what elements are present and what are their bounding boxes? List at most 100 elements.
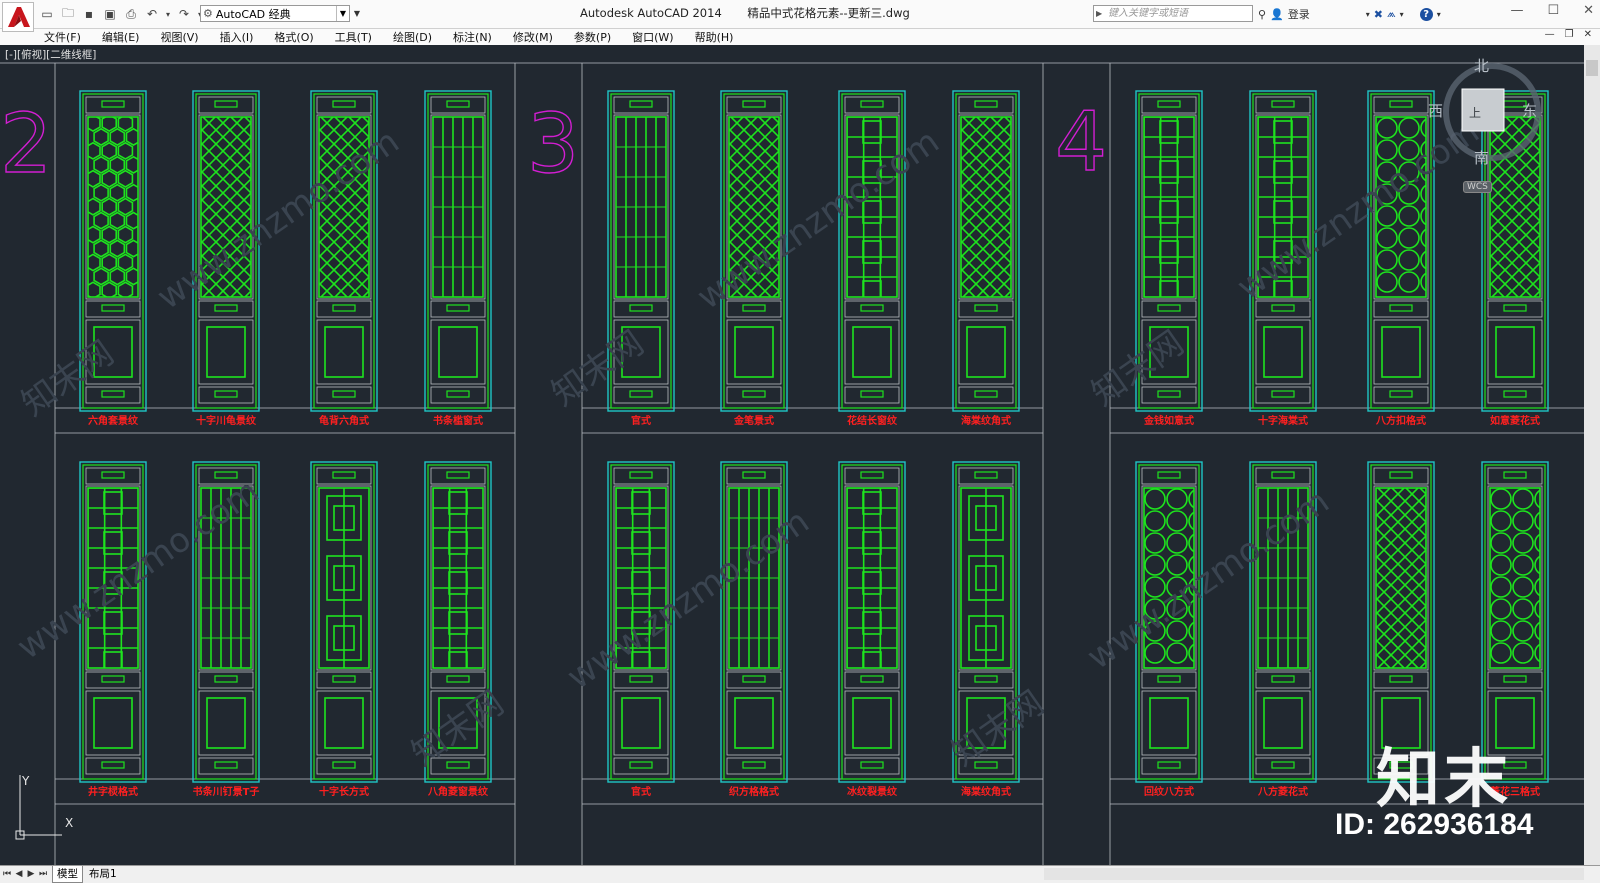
viewcube-east[interactable]: 东 xyxy=(1522,100,1537,121)
panel-frame xyxy=(742,390,766,398)
doc-restore-icon[interactable]: ❐ xyxy=(1565,29,1574,40)
panel-frame xyxy=(1157,390,1181,398)
panel-frame xyxy=(1141,467,1197,485)
panel-frame xyxy=(742,761,766,769)
panel-frame xyxy=(85,671,141,689)
viewcube-south[interactable]: 南 xyxy=(1474,147,1489,168)
panel-frame xyxy=(1141,300,1197,318)
redo-icon[interactable]: ↷ xyxy=(175,5,193,23)
panel-label: 十字长方式 xyxy=(319,785,369,798)
close-icon[interactable]: ✕ xyxy=(1583,3,1594,18)
lattice-mark xyxy=(1490,642,1512,664)
panel-label: 金钱如意式 xyxy=(1143,414,1194,427)
undo-dropdown-icon[interactable]: ▾ xyxy=(164,5,172,23)
lattice-mark xyxy=(862,120,882,144)
print-icon[interactable]: ⎙ xyxy=(122,5,140,23)
vertical-scrollbar[interactable] xyxy=(1584,45,1600,865)
lattice-mark xyxy=(117,281,134,297)
lattice-mark xyxy=(862,240,882,264)
title-bar: ▭ 🗀 ▪ ▣ ⎙ ↶ ▾ ↷ ▾ ⚙ AutoCAD 经典 ▼ ▼ Autod… xyxy=(0,0,1600,32)
tab-layout1[interactable]: 布局1 xyxy=(85,866,121,882)
panel-label: 八方扣格式 xyxy=(1375,414,1426,427)
scroll-thumb[interactable] xyxy=(1586,60,1598,76)
viewcube-north[interactable]: 北 xyxy=(1474,55,1489,76)
minimize-icon[interactable]: — xyxy=(1510,3,1523,18)
help-icon[interactable]: ? xyxy=(1419,7,1433,21)
menu-dimension[interactable]: 标注(N) xyxy=(453,29,492,45)
open-folder-icon[interactable]: 🗀 xyxy=(59,5,77,23)
panel-frame xyxy=(734,697,774,749)
exchange-apps-icon[interactable]: ✖ xyxy=(1374,8,1383,21)
lattice-mark xyxy=(1144,532,1166,554)
help-search-input[interactable]: ▶ 键入关键字或短语 xyxy=(1093,5,1253,22)
viewcube-west[interactable]: 西 xyxy=(1428,100,1443,121)
lattice-mark xyxy=(862,280,882,297)
undo-icon[interactable]: ↶ xyxy=(143,5,161,23)
first-tab-icon[interactable]: ⏮ xyxy=(2,866,12,882)
doc-minimize-icon[interactable]: — xyxy=(1545,29,1555,40)
lattice-mark xyxy=(1512,532,1534,554)
workspace-select[interactable]: ⚙ AutoCAD 经典 ▼ xyxy=(200,5,350,22)
autodesk-360-icon[interactable]: ⩕ xyxy=(1387,7,1396,21)
panel-frame xyxy=(974,304,998,312)
resource-id: ID: 262936184 xyxy=(1335,808,1534,841)
save-as-icon[interactable]: ▣ xyxy=(101,5,119,23)
viewport-controls[interactable]: [-][俯视][二维线框] xyxy=(5,47,96,62)
save-icon[interactable]: ▪ xyxy=(80,5,98,23)
lattice-mark xyxy=(103,491,123,515)
panel-frame xyxy=(844,467,900,485)
autocad-logo-button[interactable] xyxy=(2,2,34,32)
panel-frame xyxy=(324,326,364,378)
viewcube[interactable]: 上 北 西 东 南 xyxy=(1428,55,1550,200)
doc-close-icon[interactable]: ✕ xyxy=(1584,29,1592,40)
panel-label: 十字川龟景纹 xyxy=(196,414,257,427)
horizontal-scrollbar[interactable] xyxy=(1044,868,1584,880)
menu-help[interactable]: 帮助(H) xyxy=(695,29,734,45)
quick-access-toolbar: ▭ 🗀 ▪ ▣ ⎙ ↶ ▾ ↷ ▾ xyxy=(38,4,204,24)
panel-frame xyxy=(958,96,1014,114)
lattice-mark xyxy=(1405,488,1426,510)
panel-frame xyxy=(734,326,774,378)
prev-tab-icon[interactable]: ◀ xyxy=(14,866,24,882)
tab-model[interactable]: 模型 xyxy=(52,866,83,883)
panel-frame xyxy=(966,326,1006,378)
group-number: 4 xyxy=(1055,95,1107,190)
menu-edit[interactable]: 编辑(E) xyxy=(102,29,140,45)
menu-format[interactable]: 格式(O) xyxy=(274,29,313,45)
menu-parameters[interactable]: 参数(P) xyxy=(574,29,611,45)
menu-bar: 文件(F) 编辑(E) 视图(V) 插入(I) 格式(O) 工具(T) 绘图(D… xyxy=(0,29,1600,45)
new-file-icon[interactable]: ▭ xyxy=(38,5,56,23)
stay-connected-dropdown-icon[interactable]: ▾ xyxy=(1400,10,1404,19)
binoculars-icon[interactable]: ⚲ xyxy=(1258,8,1266,21)
menu-draw[interactable]: 绘图(D) xyxy=(393,29,432,45)
menu-modify[interactable]: 修改(M) xyxy=(513,29,553,45)
panel-frame xyxy=(332,675,356,683)
menu-window[interactable]: 窗口(W) xyxy=(632,29,673,45)
panel-frame xyxy=(446,761,470,769)
menu-view[interactable]: 视图(V) xyxy=(160,29,198,45)
drawing-canvas[interactable]: [-][俯视][二维线框] 2 3 4 六角套景纹 十字川龟景纹 龟背六角式 书条槛窗式 井字… xyxy=(0,45,1584,865)
panel-frame xyxy=(198,386,254,404)
maximize-icon[interactable]: ☐ xyxy=(1547,3,1559,18)
lattice-mark xyxy=(1376,562,1426,616)
panel-frame xyxy=(1503,390,1527,398)
menu-tools[interactable]: 工具(T) xyxy=(335,29,372,45)
next-tab-icon[interactable]: ▶ xyxy=(26,866,36,882)
lattice-mark xyxy=(862,651,882,668)
customize-toolbar-icon[interactable]: ▼ xyxy=(352,5,362,22)
panel-frame xyxy=(958,300,1014,318)
user-icon: 👤 xyxy=(1270,7,1284,21)
panel-frame xyxy=(1141,386,1197,404)
lattice-mark xyxy=(109,155,126,174)
menu-insert[interactable]: 插入(I) xyxy=(220,29,254,45)
last-tab-icon[interactable]: ⏭ xyxy=(38,866,48,882)
panel-frame xyxy=(1389,304,1413,312)
lattice-mark xyxy=(1376,139,1398,161)
panel-frame xyxy=(629,100,653,108)
help-dropdown-icon[interactable]: ▾ xyxy=(1437,10,1441,19)
wcs-menu[interactable]: WCS xyxy=(1463,181,1492,193)
login-dropdown-icon[interactable]: ▾ xyxy=(1366,10,1370,19)
menu-file[interactable]: 文件(F) xyxy=(44,29,81,45)
login-button[interactable]: 登录 xyxy=(1288,6,1310,22)
lattice-mark xyxy=(1546,488,1584,668)
